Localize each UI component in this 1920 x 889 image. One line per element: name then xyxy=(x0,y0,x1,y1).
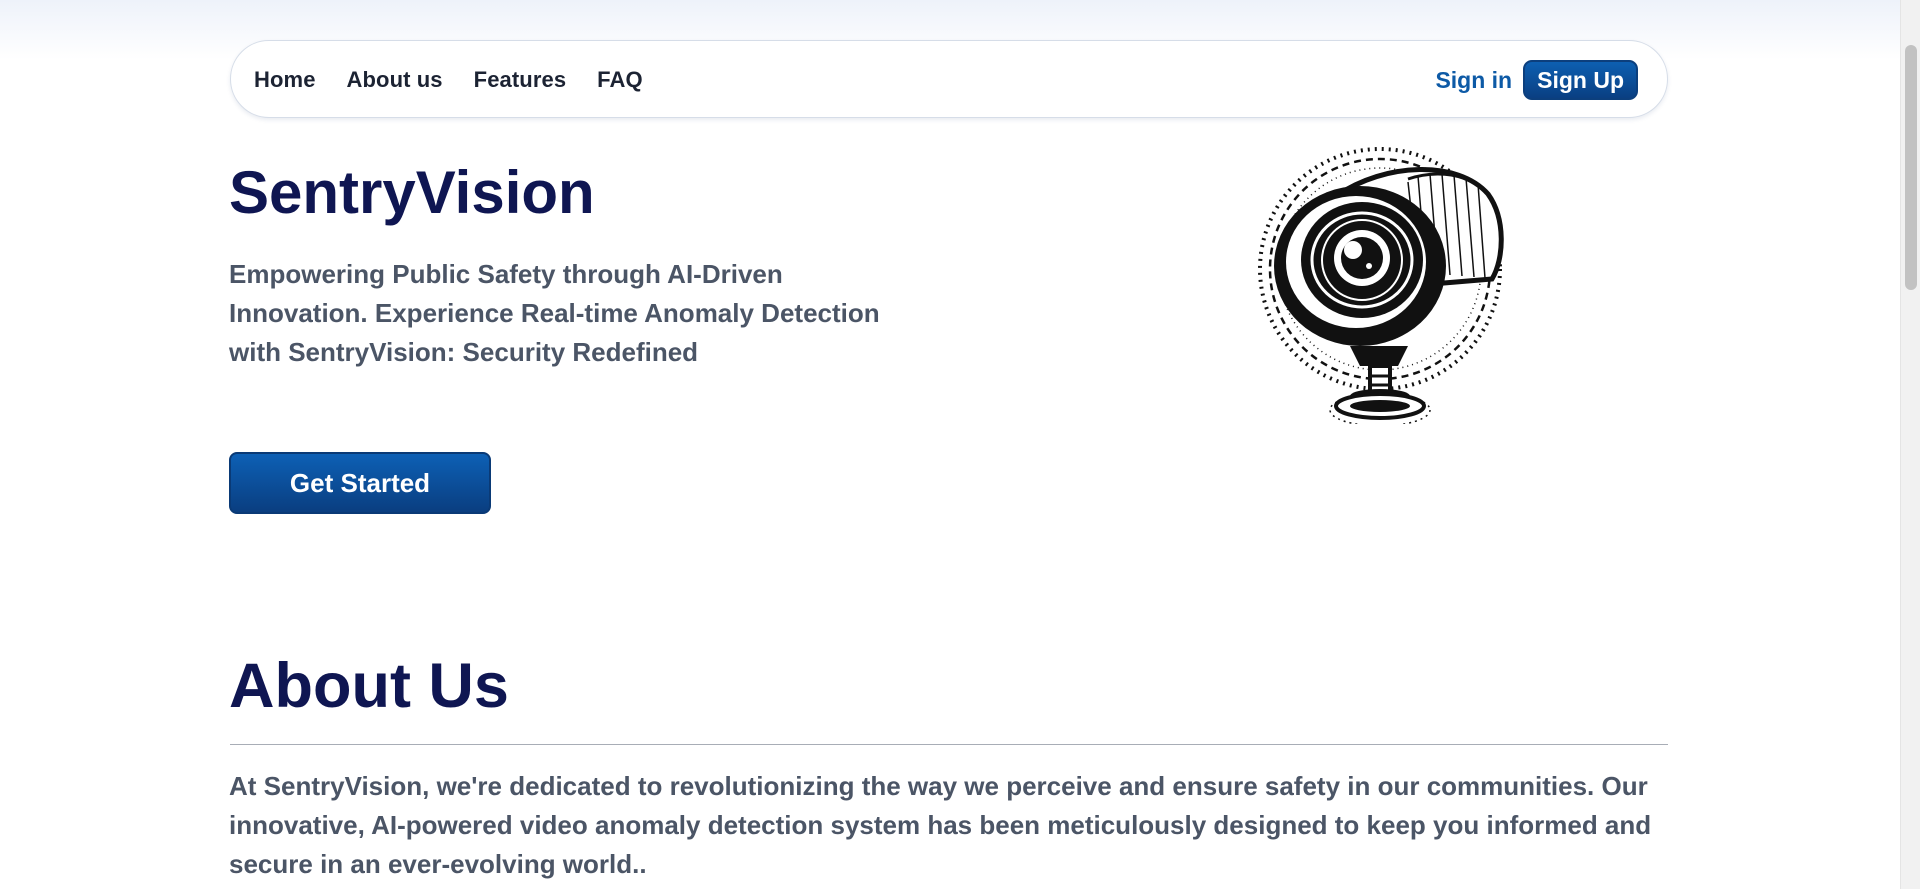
nav-features-link[interactable]: Features xyxy=(474,67,567,93)
landing-page: Home About us Features FAQ Sign in Sign … xyxy=(0,0,1900,889)
nav-links: Home About us Features FAQ xyxy=(254,41,643,119)
sign-in-link[interactable]: Sign in xyxy=(1435,67,1512,94)
about-text: At SentryVision, we're dedicated to revo… xyxy=(229,771,1652,879)
nav-home-link[interactable]: Home xyxy=(254,67,316,93)
navbar: Home About us Features FAQ Sign in Sign … xyxy=(230,40,1668,118)
hero-subtitle: Empowering Public Safety through AI-Driv… xyxy=(229,259,880,367)
sign-up-button[interactable]: Sign Up xyxy=(1523,60,1638,100)
nav-faq-link[interactable]: FAQ xyxy=(597,67,643,93)
about-title: About Us xyxy=(229,651,509,721)
hero-title: SentryVision xyxy=(229,159,595,226)
nav-auth: Sign in Sign Up xyxy=(1435,41,1638,119)
scrollbar[interactable] xyxy=(1900,0,1920,889)
get-started-button[interactable]: Get Started xyxy=(229,452,491,514)
scrollbar-thumb[interactable] xyxy=(1905,45,1917,290)
security-camera-icon xyxy=(1258,147,1504,424)
about-divider xyxy=(230,744,1668,745)
nav-about-link[interactable]: About us xyxy=(347,67,443,93)
